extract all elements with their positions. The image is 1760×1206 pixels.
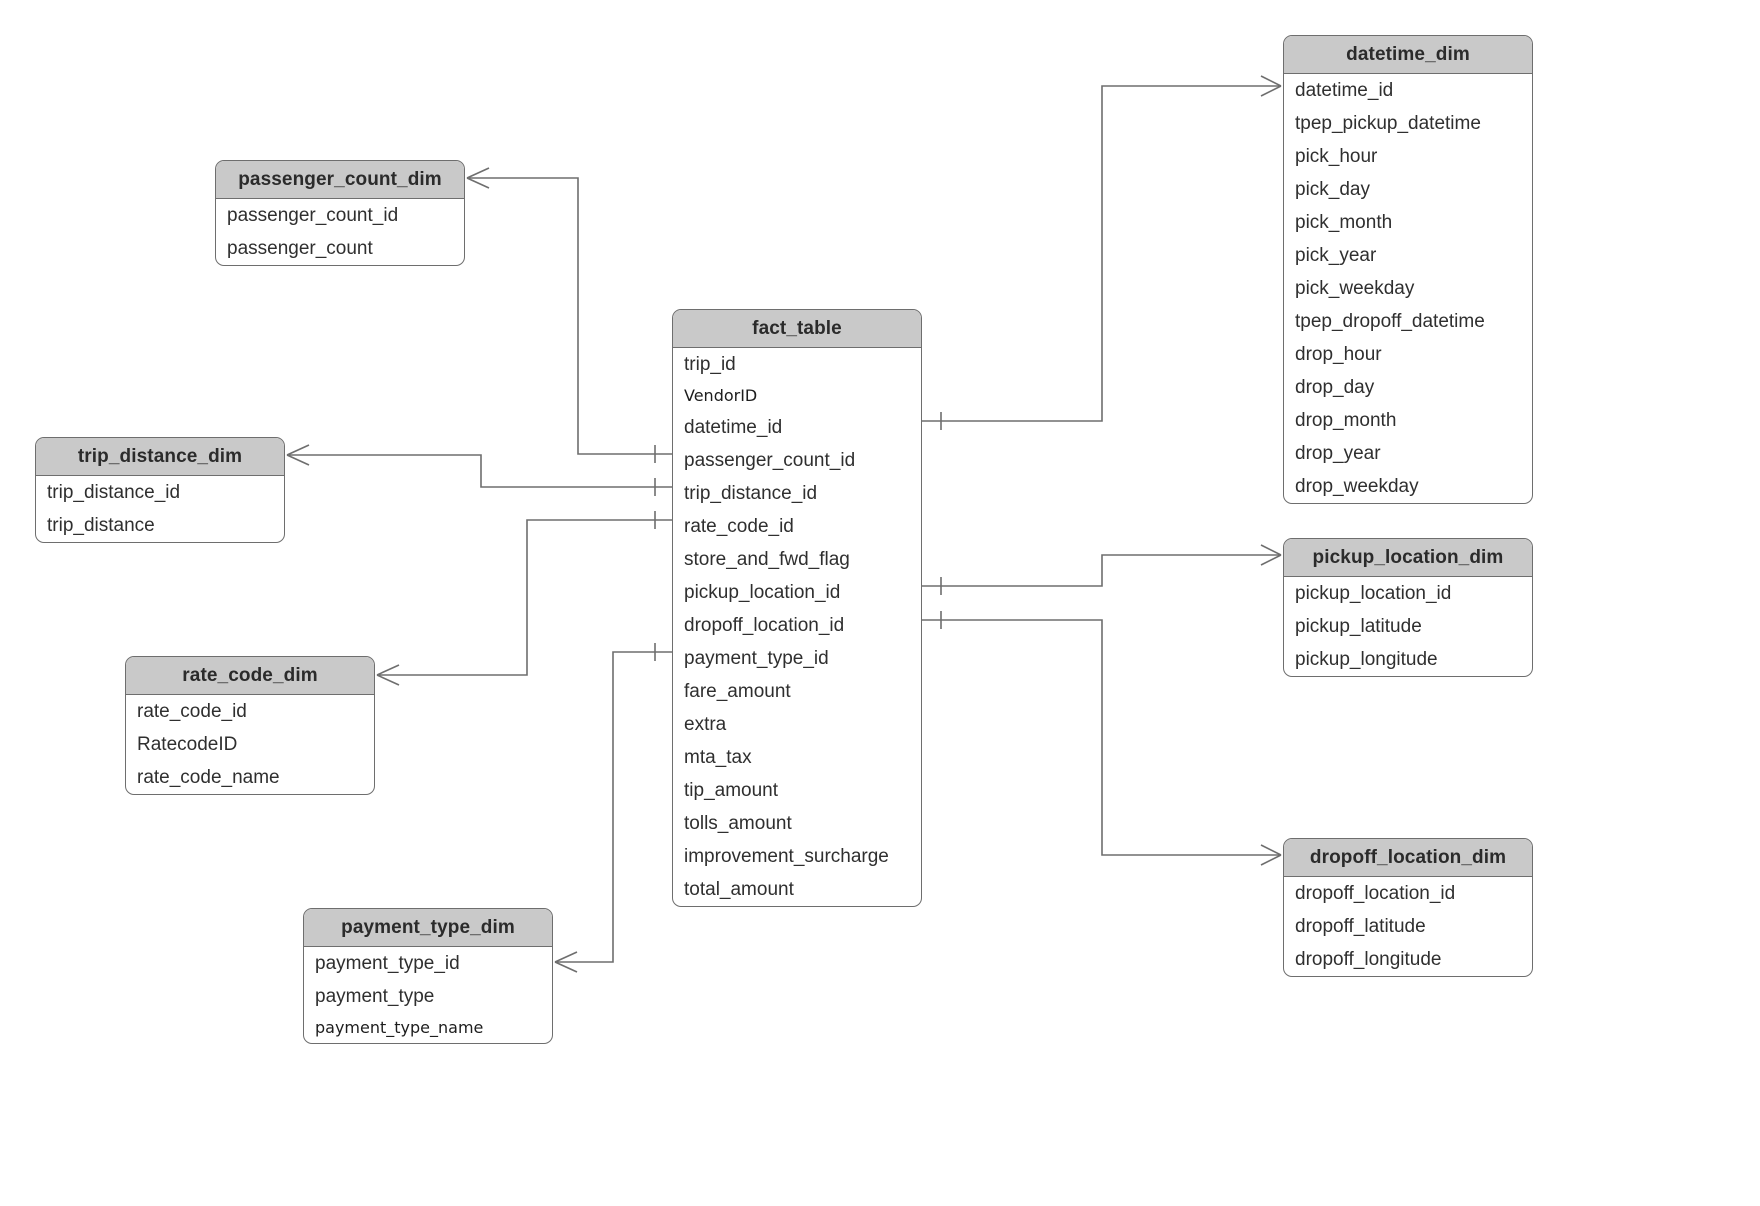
- attribute-row[interactable]: passenger_count_id: [673, 444, 921, 477]
- attribute-row[interactable]: pickup_longitude: [1284, 643, 1532, 676]
- attribute-row[interactable]: pickup_location_id: [673, 576, 921, 609]
- attribute-row[interactable]: payment_type_name: [304, 1013, 552, 1043]
- crowfoot-dropoff-location-dim: [1260, 844, 1282, 866]
- entity-fact-table[interactable]: fact_table trip_id VendorID datetime_id …: [672, 309, 922, 907]
- attribute-list: passenger_count_id passenger_count: [216, 199, 464, 265]
- attribute-list: trip_id VendorID datetime_id passenger_c…: [673, 348, 921, 906]
- attribute-row[interactable]: RatecodeID: [126, 728, 374, 761]
- attribute-row[interactable]: rate_code_id: [126, 695, 374, 728]
- entity-title-trip-distance-dim: trip_distance_dim: [36, 438, 284, 476]
- attribute-row[interactable]: dropoff_longitude: [1284, 943, 1532, 976]
- attribute-row[interactable]: improvement_surcharge: [673, 840, 921, 873]
- entity-title-payment-type-dim: payment_type_dim: [304, 909, 552, 947]
- edge-pickup-location-dim: [922, 554, 1281, 587]
- edge-payment-type-dim: [555, 651, 672, 963]
- attribute-row[interactable]: VendorID: [673, 381, 921, 411]
- attribute-list: trip_distance_id trip_distance: [36, 476, 284, 542]
- attribute-list: dropoff_location_id dropoff_latitude dro…: [1284, 877, 1532, 976]
- attribute-row[interactable]: trip_distance_id: [36, 476, 284, 509]
- attribute-row[interactable]: mta_tax: [673, 741, 921, 774]
- attribute-row[interactable]: drop_year: [1284, 437, 1532, 470]
- edge-passenger-count-dim: [467, 177, 672, 455]
- attribute-row[interactable]: pick_year: [1284, 239, 1532, 272]
- attribute-row[interactable]: datetime_id: [1284, 74, 1532, 107]
- attribute-row[interactable]: pick_day: [1284, 173, 1532, 206]
- attribute-list: payment_type_id payment_type payment_typ…: [304, 947, 552, 1043]
- attribute-row[interactable]: tip_amount: [673, 774, 921, 807]
- attribute-row[interactable]: trip_id: [673, 348, 921, 381]
- attribute-row[interactable]: tolls_amount: [673, 807, 921, 840]
- crowfoot-pickup-location-dim: [1260, 544, 1282, 566]
- entity-title-datetime-dim: datetime_dim: [1284, 36, 1532, 74]
- entity-datetime-dim[interactable]: datetime_dim datetime_id tpep_pickup_dat…: [1283, 35, 1533, 504]
- attribute-row[interactable]: passenger_count: [216, 232, 464, 265]
- attribute-row[interactable]: payment_type_id: [673, 642, 921, 675]
- attribute-list: datetime_id tpep_pickup_datetime pick_ho…: [1284, 74, 1532, 503]
- attribute-row[interactable]: trip_distance: [36, 509, 284, 542]
- er-diagram-canvas: passenger_count_dim passenger_count_id p…: [0, 0, 1760, 1206]
- attribute-row[interactable]: dropoff_location_id: [673, 609, 921, 642]
- entity-dropoff-location-dim[interactable]: dropoff_location_dim dropoff_location_id…: [1283, 838, 1533, 977]
- attribute-row[interactable]: drop_weekday: [1284, 470, 1532, 503]
- attribute-row[interactable]: store_and_fwd_flag: [673, 543, 921, 576]
- attribute-row[interactable]: drop_hour: [1284, 338, 1532, 371]
- crowfoot-trip-distance-dim: [286, 444, 310, 466]
- attribute-row[interactable]: pick_month: [1284, 206, 1532, 239]
- entity-title-passenger-count-dim: passenger_count_dim: [216, 161, 464, 199]
- entity-title-dropoff-location-dim: dropoff_location_dim: [1284, 839, 1532, 877]
- crowfoot-datetime-dim: [1260, 75, 1282, 97]
- attribute-list: pickup_location_id pickup_latitude picku…: [1284, 577, 1532, 676]
- edge-rate-code-dim: [377, 519, 672, 676]
- crowfoot-passenger-count-dim: [466, 167, 490, 189]
- edge-trip-distance-dim: [287, 454, 672, 488]
- attribute-row[interactable]: passenger_count_id: [216, 199, 464, 232]
- attribute-row[interactable]: drop_month: [1284, 404, 1532, 437]
- attribute-row[interactable]: total_amount: [673, 873, 921, 906]
- attribute-row[interactable]: dropoff_location_id: [1284, 877, 1532, 910]
- attribute-row[interactable]: extra: [673, 708, 921, 741]
- attribute-row[interactable]: dropoff_latitude: [1284, 910, 1532, 943]
- attribute-row[interactable]: pick_weekday: [1284, 272, 1532, 305]
- attribute-row[interactable]: tpep_pickup_datetime: [1284, 107, 1532, 140]
- attribute-row[interactable]: payment_type_id: [304, 947, 552, 980]
- attribute-row[interactable]: tpep_dropoff_datetime: [1284, 305, 1532, 338]
- attribute-row[interactable]: trip_distance_id: [673, 477, 921, 510]
- entity-title-rate-code-dim: rate_code_dim: [126, 657, 374, 695]
- edge-dropoff-location-dim: [922, 619, 1281, 856]
- attribute-row[interactable]: pick_hour: [1284, 140, 1532, 173]
- attribute-row[interactable]: fare_amount: [673, 675, 921, 708]
- entity-passenger-count-dim[interactable]: passenger_count_dim passenger_count_id p…: [215, 160, 465, 266]
- attribute-row[interactable]: pickup_latitude: [1284, 610, 1532, 643]
- crowfoot-payment-type-dim: [554, 951, 578, 973]
- attribute-row[interactable]: drop_day: [1284, 371, 1532, 404]
- entity-rate-code-dim[interactable]: rate_code_dim rate_code_id RatecodeID ra…: [125, 656, 375, 795]
- entity-payment-type-dim[interactable]: payment_type_dim payment_type_id payment…: [303, 908, 553, 1044]
- edge-datetime-dim: [922, 85, 1281, 422]
- entity-trip-distance-dim[interactable]: trip_distance_dim trip_distance_id trip_…: [35, 437, 285, 543]
- attribute-row[interactable]: rate_code_id: [673, 510, 921, 543]
- attribute-row[interactable]: payment_type: [304, 980, 552, 1013]
- entity-pickup-location-dim[interactable]: pickup_location_dim pickup_location_id p…: [1283, 538, 1533, 677]
- entity-title-pickup-location-dim: pickup_location_dim: [1284, 539, 1532, 577]
- attribute-row[interactable]: rate_code_name: [126, 761, 374, 794]
- entity-title-fact-table: fact_table: [673, 310, 921, 348]
- attribute-list: rate_code_id RatecodeID rate_code_name: [126, 695, 374, 794]
- crowfoot-rate-code-dim: [376, 664, 400, 686]
- attribute-row[interactable]: datetime_id: [673, 411, 921, 444]
- attribute-row[interactable]: pickup_location_id: [1284, 577, 1532, 610]
